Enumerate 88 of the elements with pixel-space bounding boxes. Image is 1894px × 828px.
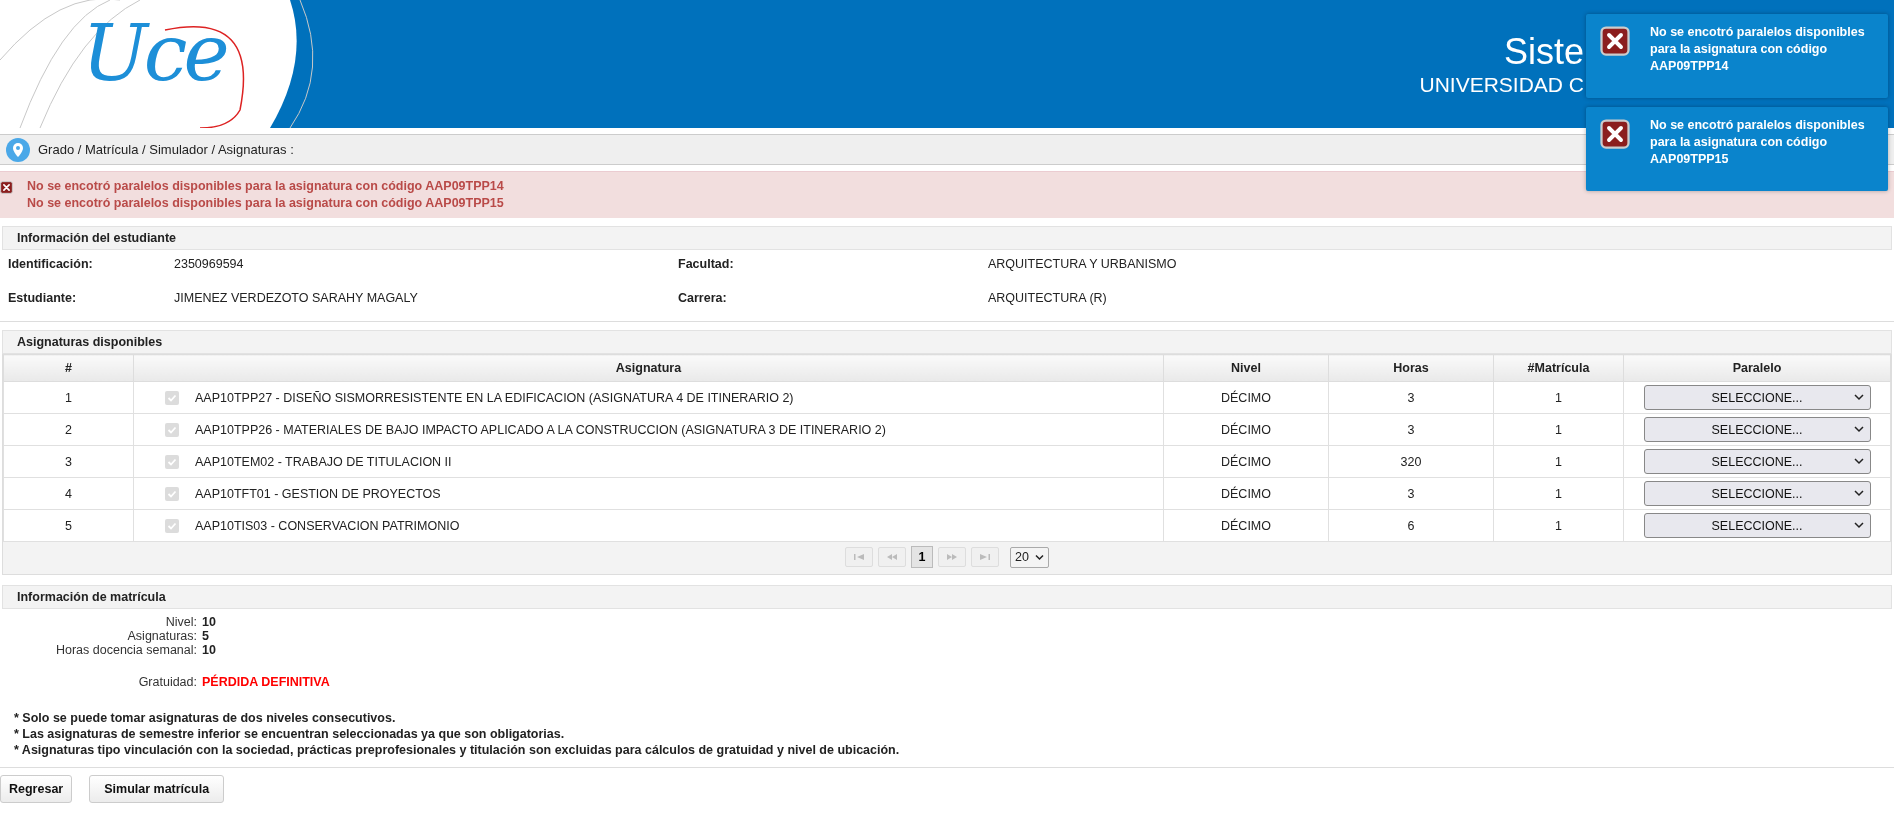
app-title: Siste bbox=[1503, 31, 1584, 73]
column-header: Paralelo bbox=[1623, 354, 1891, 382]
table-cell: 320 bbox=[1328, 445, 1494, 478]
note-text: * Las asignaturas de semestre inferior se encuentran seleccionadas ya que son obligatorias. bbox=[14, 727, 566, 741]
column-header: Asignatura bbox=[133, 354, 1164, 382]
checkmark-icon bbox=[167, 456, 177, 467]
field-label: Horas docencia semanal: bbox=[54, 643, 197, 657]
field-label: Estudiante: bbox=[8, 291, 78, 305]
field-label: Carrera: bbox=[678, 291, 728, 305]
chevron-down-icon bbox=[1853, 393, 1864, 401]
table-cell: 6 bbox=[1328, 509, 1494, 542]
error-icon bbox=[1600, 26, 1630, 56]
column-header: Nivel bbox=[1163, 354, 1329, 382]
first-page-button[interactable] bbox=[845, 547, 874, 567]
breadcrumb: Grado / Matrícula / Simulador / Asignaturas : bbox=[38, 142, 294, 157]
page-button[interactable]: 1 bbox=[911, 546, 934, 568]
column-header: Horas bbox=[1328, 354, 1494, 382]
table-cell: 3 bbox=[1328, 381, 1494, 414]
field-value: 5 bbox=[202, 629, 210, 643]
next-page-icon bbox=[946, 553, 959, 561]
chevron-down-icon bbox=[1853, 521, 1864, 529]
column-header: # bbox=[3, 354, 134, 382]
section-header: Información de matrícula bbox=[2, 585, 1892, 609]
previous-page-button[interactable] bbox=[878, 547, 907, 567]
field-label: Asignaturas: bbox=[126, 629, 197, 643]
field-value: 10 bbox=[202, 615, 217, 629]
table-cell: DÉCIMO bbox=[1163, 381, 1329, 414]
table-cell: DÉCIMO bbox=[1163, 509, 1329, 542]
section-header: Información del estudiante bbox=[2, 226, 1892, 250]
field-value: JIMENEZ VERDEZOTO SARAHY MAGALY bbox=[174, 291, 419, 305]
subject-name: AAP10TEM02 - TRABAJO DE TITULACION II bbox=[195, 454, 452, 469]
error-icon bbox=[0, 181, 13, 194]
field-value: PÉRDIDA DEFINITIVA bbox=[202, 675, 331, 689]
subject-name: AAP10TPP27 - DISEÑO SISMORRESISTENTE EN LA EDIFICACION (ASIGNATURA 4 DE ITINERARIO 2) bbox=[195, 390, 794, 405]
last-page-icon bbox=[979, 553, 992, 561]
note-text: * Asignaturas tipo vinculación con la sociedad, prácticas preprofesionales y titulación son excluidas para cálculos de gratuidad y nivel de ubicación. bbox=[14, 743, 901, 757]
column-header: #Matrícula bbox=[1493, 354, 1624, 382]
back-button[interactable]: Regresar bbox=[0, 775, 73, 803]
first-page-icon bbox=[853, 553, 866, 561]
chevron-down-icon bbox=[1853, 457, 1864, 465]
error-icon bbox=[1600, 119, 1630, 149]
page-size-dropdown[interactable]: 20 bbox=[1010, 546, 1049, 568]
location-pin-icon bbox=[6, 137, 30, 162]
table-cell: 1 bbox=[1493, 477, 1624, 510]
table-cell: 3 bbox=[1328, 477, 1494, 510]
table-cell: 2 bbox=[3, 413, 134, 446]
logo: Uce bbox=[82, 8, 226, 98]
field-label: Gratuidad: bbox=[137, 675, 197, 689]
field-value: 10 bbox=[202, 643, 217, 657]
table-cell: 1 bbox=[1493, 381, 1624, 414]
toast-message: No se encotró paralelos disponibles para la asignatura con código AAP09TPP14 bbox=[1650, 24, 1866, 75]
table-cell: 1 bbox=[3, 381, 134, 414]
checkmark-icon bbox=[167, 488, 177, 499]
chevron-down-icon bbox=[1853, 425, 1864, 433]
table-cell: 1 bbox=[1493, 509, 1624, 542]
simulate-button[interactable]: Simular matrícula bbox=[89, 775, 225, 803]
section-header: Asignaturas disponibles bbox=[2, 330, 1892, 354]
table-cell: 4 bbox=[3, 477, 134, 510]
table-cell: 3 bbox=[1328, 413, 1494, 446]
table-cell: DÉCIMO bbox=[1163, 413, 1329, 446]
field-value: 2350969594 bbox=[174, 257, 245, 271]
checkmark-icon bbox=[167, 520, 177, 531]
field-label: Nivel: bbox=[164, 615, 197, 629]
error-message: No se encotró paralelos disponibles para la asignatura con código AAP09TPP15 bbox=[27, 195, 504, 212]
subject-name: AAP10TPP26 - MATERIALES DE BAJO IMPACTO APLICADO A LA CONSTRUCCION (ASIGNATURA 3 DE ITINERARIO 2) bbox=[195, 422, 886, 437]
table-cell: 5 bbox=[3, 509, 134, 542]
subject-name: AAP10TIS03 - CONSERVACION PATRIMONIO bbox=[195, 518, 460, 533]
next-page-button[interactable] bbox=[938, 547, 967, 567]
university-name: UNIVERSIDAD C bbox=[1419, 73, 1584, 97]
chevron-down-icon bbox=[1034, 553, 1044, 561]
last-page-button[interactable] bbox=[971, 547, 1000, 567]
checkmark-icon bbox=[167, 392, 177, 403]
subject-name: AAP10TFT01 - GESTION DE PROYECTOS bbox=[195, 486, 441, 501]
error-message: No se encotró paralelos disponibles para la asignatura con código AAP09TPP14 bbox=[27, 178, 504, 195]
table-cell: 1 bbox=[1493, 445, 1624, 478]
chevron-down-icon bbox=[1853, 489, 1864, 497]
checkmark-icon bbox=[167, 424, 177, 435]
field-label: Identificación: bbox=[8, 257, 94, 271]
field-label: Facultad: bbox=[678, 257, 735, 271]
note-text: * Solo se puede tomar asignaturas de dos niveles consecutivos. bbox=[14, 711, 397, 725]
field-value: ARQUITECTURA Y URBANISMO bbox=[988, 257, 1178, 271]
table-cell: DÉCIMO bbox=[1163, 477, 1329, 510]
table-cell: DÉCIMO bbox=[1163, 445, 1329, 478]
table-cell: 1 bbox=[1493, 413, 1624, 446]
table-cell: 3 bbox=[3, 445, 134, 478]
toast-message: No se encotró paralelos disponibles para la asignatura con código AAP09TPP15 bbox=[1650, 117, 1866, 168]
previous-page-icon bbox=[886, 553, 899, 561]
field-value: ARQUITECTURA (R) bbox=[988, 291, 1108, 305]
